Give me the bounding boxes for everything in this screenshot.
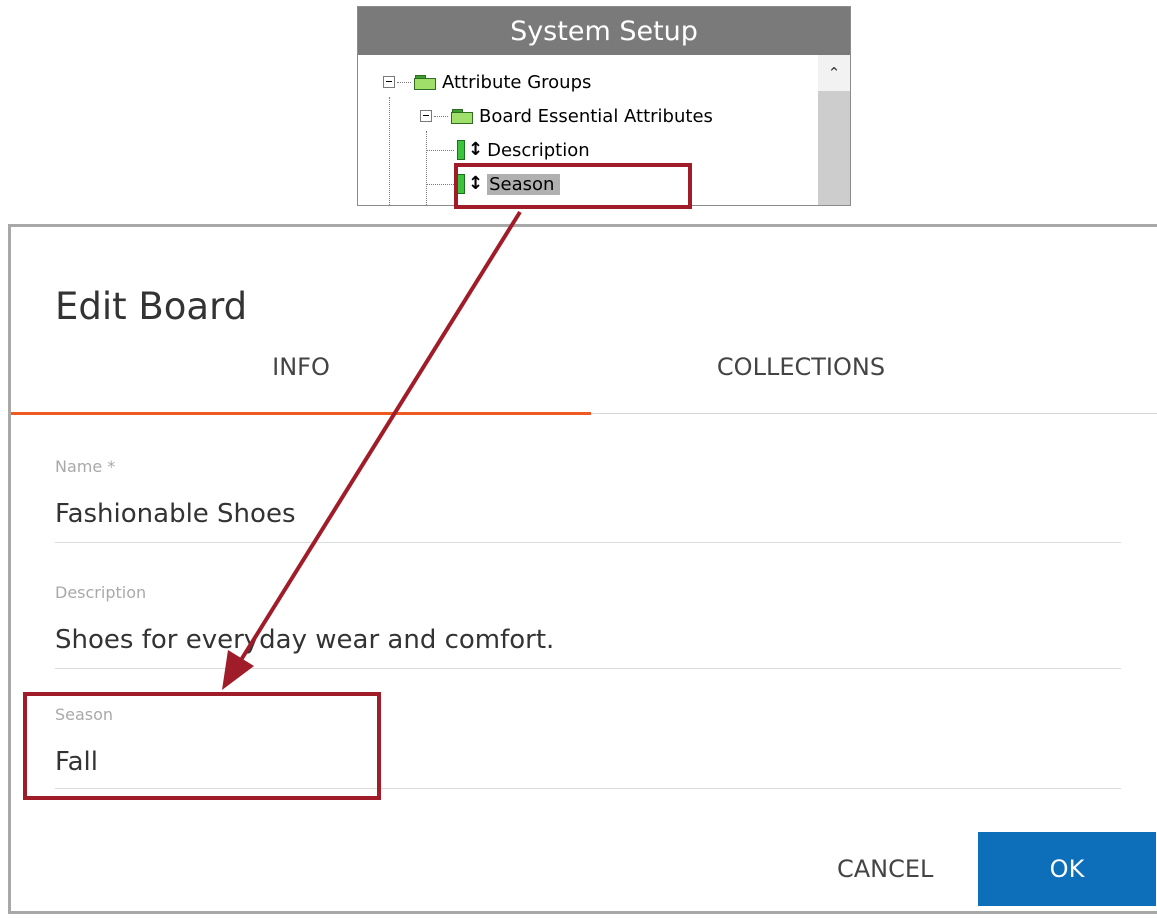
dialog-title: Edit Board — [55, 285, 248, 328]
attribute-icon: ↕ — [457, 140, 483, 160]
edit-board-dialog: Edit Board INFO COLLECTIONS Name * Fashi… — [8, 224, 1157, 914]
tab-info[interactable]: INFO — [11, 353, 591, 381]
system-setup-title: System Setup — [358, 7, 850, 55]
tree-guide-line — [389, 97, 390, 205]
folder-icon — [414, 74, 436, 90]
description-field-label: Description — [55, 583, 147, 602]
tree-item-label: Description — [487, 139, 590, 161]
collapse-box-icon[interactable] — [420, 110, 432, 122]
scrollbar-thumb[interactable] — [818, 91, 850, 205]
tree-scrollbar[interactable]: ⌃ — [818, 55, 850, 205]
collapse-box-icon[interactable] — [383, 76, 395, 88]
name-field-label: Name * — [55, 457, 116, 476]
tab-collections[interactable]: COLLECTIONS — [591, 353, 1011, 381]
chevron-up-icon[interactable]: ⌃ — [818, 61, 850, 85]
field-underline — [55, 542, 1121, 543]
field-underline — [55, 668, 1121, 669]
active-tab-indicator — [11, 412, 591, 415]
tree-item-board-essential-attributes[interactable]: Board Essential Attributes — [420, 103, 713, 129]
season-tree-highlight-box — [454, 163, 692, 209]
tree-item-label: Attribute Groups — [442, 71, 592, 93]
ok-button[interactable]: OK — [978, 832, 1156, 906]
cancel-button[interactable]: CANCEL — [837, 855, 933, 883]
tree-item-attribute-groups[interactable]: Attribute Groups — [383, 69, 591, 95]
description-field[interactable]: Shoes for everyday wear and comfort. — [55, 625, 554, 655]
season-field-highlight-box — [23, 692, 381, 800]
folder-icon — [451, 108, 473, 124]
name-field[interactable]: Fashionable Shoes — [55, 499, 296, 529]
tree-item-label: Board Essential Attributes — [479, 105, 713, 127]
tree-item-description[interactable]: ↕ Description — [426, 137, 590, 163]
